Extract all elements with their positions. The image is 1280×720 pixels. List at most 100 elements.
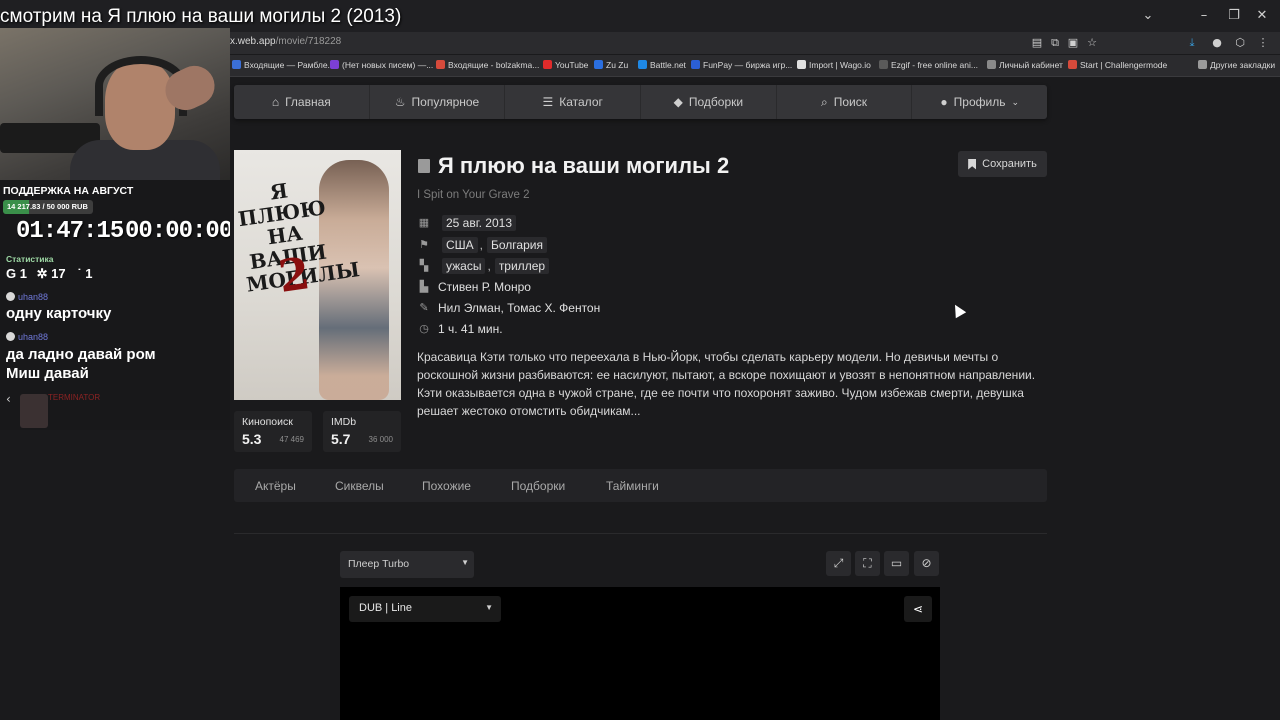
nav-label: Профиль [953,95,1006,109]
dub-select[interactable]: DUB | Line ▼ [349,596,501,622]
tab-timings[interactable]: Тайминги [606,479,659,493]
shapes-icon: ◆ [673,95,683,109]
bookmark-item[interactable]: Start | Challengermode [1068,60,1167,70]
nav-label: Каталог [559,95,603,109]
bookmark-item[interactable]: Другие закладки [1198,60,1275,70]
chat-username: uhan88 [6,292,48,302]
bookmark-label: Другие закладки [1210,60,1276,70]
player-select-value: Плеер Turbo [348,558,410,570]
bookmark-favicon-icon [1198,60,1207,69]
stats-row: G 1 ✲ 17 ˙ 1 [6,266,92,282]
chat-username: uhan88 [6,332,48,342]
stats-title: Статистика [6,254,54,264]
bookmark-item[interactable]: Zu Zu [594,60,628,70]
player-select[interactable]: Плеер Turbo ▼ [340,551,474,578]
rating-name: Кинопоиск [242,416,293,428]
fullscreen-icon[interactable]: ⛶ [855,551,880,576]
bookmark-label: Zu Zu [606,60,629,70]
nav-search[interactable]: ⌕ Поиск [777,85,913,119]
genre-tag[interactable]: триллер [494,258,550,274]
user-icon: ● [940,95,948,109]
close-window-button[interactable]: ✕ [1252,6,1272,26]
bookmark-item[interactable]: Ezgif - free online ani... [879,60,978,70]
chat-message: одну карточку [6,305,112,322]
account-icon[interactable]: ● [1210,36,1224,50]
bookmark-favicon-icon [987,60,996,69]
bookmark-icon [968,158,977,170]
stat-value-2: 17 [51,266,66,281]
bookmark-item[interactable]: Import | Wago.io [797,60,871,70]
extensions-icon[interactable]: ⬡ [1233,36,1247,50]
flag-icon: ⚑ [419,239,429,251]
save-button[interactable]: Сохранить [958,151,1047,177]
tab-list-chevron-icon[interactable]: ⌄ [1138,6,1158,26]
timer-left: 01:47:15 [16,218,124,245]
bookmark-item[interactable]: FunPay — биржа игр... [691,60,792,70]
bookmark-item[interactable]: Входящие - bolzakma... [436,60,539,70]
link-icon[interactable]: ⊘ [914,551,939,576]
webcam-feed [0,28,230,180]
chat-badge-icon [6,292,15,301]
tab-similar[interactable]: Похожие [422,479,471,493]
genre-tag[interactable]: ужасы [442,258,486,274]
nav-label: Поиск [833,95,868,109]
section-divider [234,533,1047,534]
screenshot-icon[interactable]: ▣ [1066,36,1080,50]
stat-g-icon: G [6,266,17,281]
bookmark-item[interactable]: (Нет новых писем) —... [330,60,433,70]
bookmark-label: Start | Challengermode [1080,60,1168,70]
meta-director: ▙ Стивен Р. Монро [418,280,531,294]
director-name[interactable]: Стивен Р. Монро [438,280,531,294]
nav-label: Подборки [688,95,744,109]
tab-collections[interactable]: Подборки [511,479,565,493]
bookmark-favicon-icon [330,60,339,69]
bookmark-label: Входящие — Рамбле... [244,60,335,70]
calendar-icon: ▦ [418,217,430,229]
bookmark-favicon-icon [232,60,241,69]
reader-icon[interactable]: ▤ [1030,36,1044,50]
comment-icon[interactable]: ▭ [884,551,909,576]
bookmark-label: Личный кабинет [999,60,1063,70]
star-bookmark-icon[interactable]: ☆ [1085,36,1099,50]
expand-icon[interactable]: ⤢ [826,551,851,576]
film-icon [418,159,430,173]
nav-profile[interactable]: ● Профиль ⌄ [912,85,1047,119]
download-icon[interactable]: ⤓ [1185,36,1199,50]
nav-collections[interactable]: ◆ Подборки [641,85,777,119]
chat-back-arrow-icon[interactable]: ‹ [6,392,11,406]
share-icon[interactable]: ⋖ [904,596,932,622]
bookmark-label: Battle.net [650,60,686,70]
bookmark-label: Входящие - bolzakma... [448,60,540,70]
bookmark-favicon-icon [879,60,888,69]
meta-writers: ✎ Нил Элман, Томас Х. Фентон [418,301,600,315]
stat-value-3: 1 [85,266,93,281]
country-tag[interactable]: Болгария [487,237,547,253]
menu-icon[interactable]: ⋮ [1256,36,1270,50]
tab-sequels[interactable]: Сиквелы [335,479,384,493]
writers-names[interactable]: Нил Элман, Томас Х. Фентон [438,301,600,315]
nav-label: Главная [285,95,331,109]
tab-actors[interactable]: Актёры [255,479,296,493]
home-icon: ⌂ [271,95,280,109]
bookmark-item[interactable]: Личный кабинет [987,60,1063,70]
bookmark-favicon-icon [594,60,603,69]
main-navbar: ⌂ Главная ♨ Популярное ☰ Каталог ◆ Подборки … [234,85,1047,119]
search-icon: ⌕ [821,94,828,109]
bookmark-item[interactable]: Battle.net [638,60,686,70]
meta-duration: ◷ 1 ч. 41 мин. [418,322,502,336]
layers-icon: ☰ [542,95,554,109]
country-tag[interactable]: США [442,237,478,253]
pip-icon[interactable]: ⧉ [1048,36,1062,50]
chevron-down-icon: ▼ [485,603,493,612]
nav-catalog[interactable]: ☰ Каталог [505,85,642,119]
bookmark-item[interactable]: YouTube [543,60,588,70]
bookmark-item[interactable]: Входящие — Рамбле... [232,60,335,70]
nav-popular[interactable]: ♨ Популярное [370,85,506,119]
nav-home[interactable]: ⌂ Главная [234,85,370,119]
maximize-button[interactable]: ❐ [1224,6,1244,26]
release-date[interactable]: 25 авг. 2013 [442,215,517,231]
minimize-button[interactable]: – [1194,6,1214,26]
bookmark-favicon-icon [1068,60,1077,69]
url-text[interactable]: x.web.app/movie/718228 [230,36,341,47]
stat-gear-icon: ✲ [36,266,48,281]
